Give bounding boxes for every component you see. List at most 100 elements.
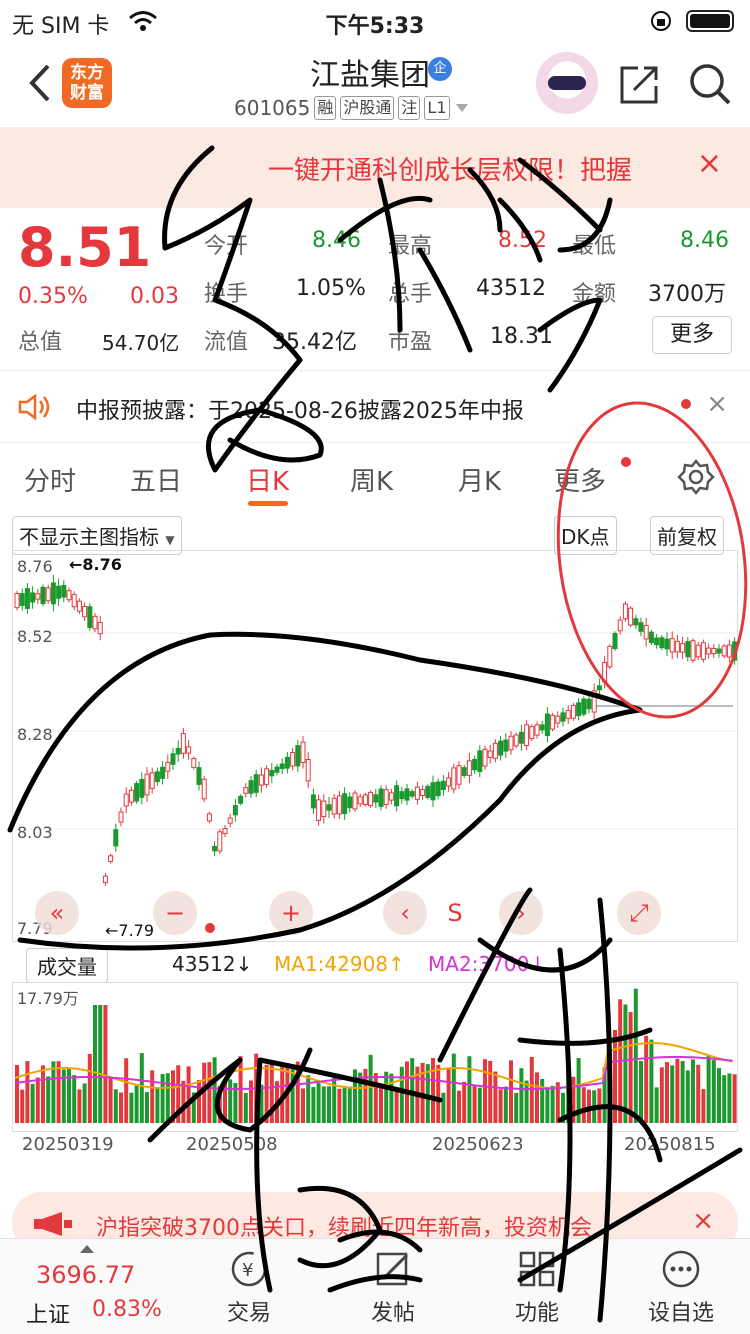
candle-body — [92, 615, 98, 630]
candle-body — [461, 767, 467, 776]
volume-bar — [212, 1057, 217, 1123]
candle-body — [695, 644, 701, 658]
candle-body — [118, 811, 124, 823]
post-button[interactable]: 发帖 — [348, 1249, 438, 1327]
candle-body — [399, 791, 405, 800]
caret-up-icon[interactable] — [80, 1245, 94, 1253]
volume-bar — [72, 1075, 77, 1123]
prev-button[interactable]: ‹ — [383, 891, 427, 935]
fullscreen-button[interactable]: ⤢ — [617, 891, 661, 935]
volume-bar — [384, 1071, 389, 1123]
volume-indicator-select[interactable]: 成交量 — [26, 948, 108, 983]
promo-text[interactable]: 一键开通科创成长层权限！把握 — [268, 150, 632, 187]
candle-body — [139, 779, 145, 798]
candle-body — [456, 765, 462, 785]
volume-bar — [613, 1029, 617, 1123]
candle-body — [87, 606, 93, 628]
candle-body — [711, 647, 717, 655]
caret-down-icon[interactable] — [454, 102, 470, 114]
turnover-cell: 换手 — [204, 276, 248, 308]
tab-weekly-k[interactable]: 周K — [350, 461, 393, 498]
candle-body — [180, 733, 186, 754]
volume-bar — [706, 1056, 711, 1123]
promo-close-button[interactable]: × — [697, 146, 722, 181]
candle-body — [576, 702, 582, 717]
volume-bar — [477, 1087, 482, 1123]
volume-bar — [545, 1088, 550, 1123]
volume-bar — [457, 1090, 461, 1123]
volume-bar — [696, 1064, 701, 1123]
max-price-label: ←8.76 — [69, 555, 122, 574]
index-name[interactable]: 上证 — [26, 1297, 70, 1329]
notice-close-button[interactable]: × — [706, 389, 728, 419]
volume-bar — [451, 1053, 456, 1123]
dk-label: DK点 — [561, 525, 610, 549]
trade-button[interactable]: ¥ 交易 — [204, 1249, 294, 1327]
volume-plot — [14, 988, 737, 1123]
post-label: 发帖 — [370, 1301, 415, 1326]
candle-body — [342, 793, 348, 815]
candle-body — [721, 645, 727, 657]
volume-bar — [35, 1077, 40, 1123]
next-button[interactable]: › — [499, 891, 543, 935]
index-value[interactable]: 3696.77 — [36, 1261, 135, 1289]
promo-banner[interactable]: 一键开通科创成长层权限！把握 × — [0, 128, 750, 208]
volume-bar — [592, 1090, 597, 1123]
gear-icon[interactable] — [676, 457, 716, 497]
notice-bar[interactable]: 中报预披露：于2025-08-26披露2025年中报 × — [0, 370, 750, 440]
more-button[interactable]: 更多 — [652, 316, 732, 354]
date-axis: 20250319 20250508 20250623 20250815 — [12, 1134, 738, 1160]
volume-header: 成交量 43512↓ MA1:42908↑ MA2:3700↓ — [12, 946, 738, 983]
assistant-avatar[interactable] — [536, 52, 598, 114]
candle-body — [706, 647, 712, 655]
volume-bar — [191, 1092, 196, 1123]
volume-bar — [259, 1084, 264, 1123]
candle-body — [76, 600, 82, 612]
volume-chart[interactable]: 17.79万 — [12, 982, 738, 1132]
tab-more[interactable]: 更多 — [554, 461, 606, 498]
mcap-value: 54.70亿 — [102, 331, 180, 355]
index-percent[interactable]: 0.83% — [92, 1297, 162, 1322]
candle-body — [264, 768, 270, 785]
search-icon[interactable] — [688, 62, 732, 106]
tab-five-day[interactable]: 五日 — [130, 461, 182, 498]
candle-body — [409, 791, 415, 797]
tag-registered: 注 — [398, 96, 421, 120]
candle-body — [659, 637, 665, 649]
candle-body — [165, 761, 171, 772]
kline-plot[interactable] — [13, 551, 739, 943]
watchlist-button[interactable]: 设自选 — [636, 1249, 726, 1327]
volume-bar — [316, 1082, 321, 1123]
zoom-out-button[interactable]: − — [153, 891, 197, 935]
volume-bar — [566, 1055, 571, 1123]
zoom-in-button[interactable]: + — [269, 891, 313, 935]
volume-bars — [15, 988, 737, 1123]
tab-intraday[interactable]: 分时 — [24, 461, 76, 498]
tab-monthly-k[interactable]: 月K — [458, 461, 501, 498]
bottom-bar: 3696.77 上证 0.83% ¥ 交易 发帖 功能 设自选 — [0, 1238, 750, 1334]
volume-bar — [472, 1084, 477, 1123]
volume-bar — [483, 1059, 487, 1123]
notice-text[interactable]: 中报预披露：于2025-08-26披露2025年中报 — [76, 393, 524, 425]
kline-chart[interactable]: 8.76 8.52 8.28 8.03 7.79 ←8.76 ←7.79 « −… — [12, 550, 739, 943]
share-icon[interactable] — [618, 62, 662, 106]
trade-icon: ¥ — [231, 1251, 267, 1287]
volume-bar — [311, 1087, 316, 1123]
ticker-close-button[interactable]: × — [692, 1206, 714, 1236]
volume-bar — [150, 1070, 155, 1123]
edit-icon — [376, 1252, 409, 1286]
change-amount: 0.03 — [130, 284, 179, 309]
volume-bar — [727, 1073, 732, 1123]
candle-body — [539, 724, 545, 731]
candle-body — [560, 712, 566, 722]
volume-bar — [576, 1058, 581, 1123]
tab-daily-k[interactable]: 日K — [246, 461, 289, 498]
volume-bar — [540, 1078, 545, 1123]
functions-button[interactable]: 功能 — [492, 1249, 582, 1327]
scroll-left-button[interactable]: « — [35, 891, 79, 935]
candle-body — [732, 641, 738, 661]
svg-text:¥: ¥ — [242, 1260, 253, 1281]
date-label: 20250508 — [186, 1134, 278, 1155]
candle-body — [648, 631, 654, 644]
volume-bar — [659, 1067, 664, 1123]
